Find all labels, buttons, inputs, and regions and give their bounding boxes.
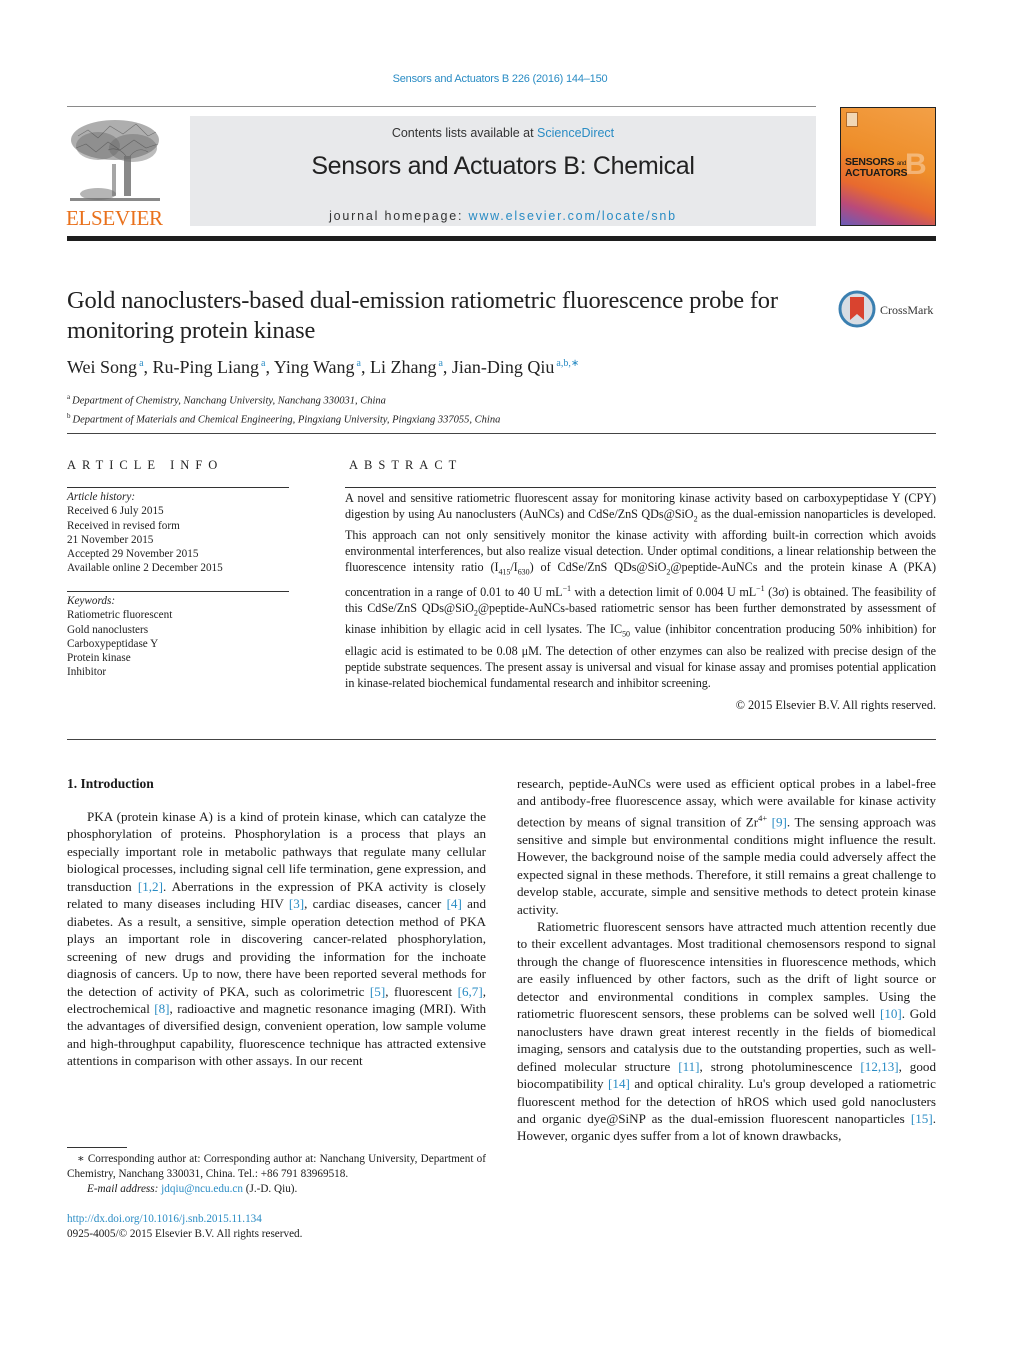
corresponding-author-footnote: ∗ Corresponding author at: Corresponding… <box>67 1152 486 1197</box>
keyword: Inhibitor <box>67 666 107 679</box>
history-item: Accepted 29 November 2015 <box>67 548 199 561</box>
header-divider <box>67 106 816 107</box>
crossmark-label: CrossMark <box>880 303 934 317</box>
keyword: Ratiometric fluorescent <box>67 609 173 622</box>
author-list: Wei Song a, Ru-Ping Liang a, Ying Wang a, L… <box>67 357 580 377</box>
citation-link[interactable]: [14] <box>608 1076 630 1091</box>
doi-block: http://dx.doi.org/10.1016/j.snb.2015.11.… <box>67 1212 486 1242</box>
abstract-text: A novel and sensitive ratiometric fluore… <box>345 491 936 690</box>
author[interactable]: Wei Song a <box>67 357 144 377</box>
affiliation: b Department of Materials and Chemical En… <box>67 411 501 426</box>
history-item: Received 6 July 2015 <box>67 505 164 518</box>
cover-letter: B <box>905 148 927 181</box>
divider <box>67 739 936 740</box>
article-info-heading: ARTICLE INFO <box>67 458 224 472</box>
homepage-prefix: journal homepage: <box>329 209 469 223</box>
journal-homepage-link[interactable]: www.elsevier.com/locate/snb <box>469 209 677 223</box>
citation-link[interactable]: [5] <box>370 984 385 999</box>
journal-citation-link[interactable]: Sensors and Actuators B 226 (2016) 144–1… <box>0 73 1000 85</box>
paragraph: Ratiometric fluorescent sensors have att… <box>517 918 936 1144</box>
history-label: Article history: <box>67 491 136 503</box>
elsevier-logo: ELSEVIER <box>66 114 166 230</box>
article-history: Article history: Received 6 July 2015 Re… <box>67 490 297 576</box>
footnote-divider <box>67 1147 127 1148</box>
header-thick-divider <box>67 236 936 241</box>
email-link[interactable]: jdqiu@ncu.edu.cn <box>161 1183 243 1195</box>
keyword: Gold nanoclusters <box>67 623 149 636</box>
cover-title-line2: ACTUATORS <box>845 167 908 179</box>
citation-link[interactable]: [8] <box>154 1001 169 1016</box>
doi-link[interactable]: http://dx.doi.org/10.1016/j.snb.2015.11.… <box>67 1213 262 1225</box>
history-item: 21 November 2015 <box>67 533 154 546</box>
keyword: Carboxypeptidase Y <box>67 637 159 650</box>
sciencedirect-link[interactable]: ScienceDirect <box>537 126 614 140</box>
author[interactable]: Ru-Ping Liang a <box>153 357 266 377</box>
citation-link[interactable]: [9] <box>772 814 787 829</box>
history-item: Received in revised form <box>67 519 180 532</box>
body-column-right: research, peptide-AuNCs were used as eff… <box>517 775 936 1145</box>
section-heading-introduction: 1. Introduction <box>67 776 154 791</box>
affiliation: a Department of Chemistry, Nanchang Unive… <box>67 393 386 407</box>
keywords-label: Keywords: <box>67 595 116 607</box>
author[interactable]: Jian-Ding Qiu a,b,∗ <box>452 357 579 377</box>
elsevier-tree-icon <box>70 120 160 201</box>
journal-cover-image: B SENSORS and ACTUATORS <box>840 107 936 226</box>
journal-homepage: journal homepage: www.elsevier.com/locat… <box>190 209 816 223</box>
citation-link[interactable]: [15] <box>911 1111 933 1126</box>
divider <box>67 487 289 488</box>
citation-link[interactable]: [4] <box>447 896 462 911</box>
keywords: Keywords: Ratiometric fluorescent Gold n… <box>67 594 297 680</box>
author[interactable]: Li Zhang a <box>370 357 443 377</box>
abstract-heading: ABSTRACT <box>349 458 463 472</box>
article-title: Gold nanoclusters-based dual-emission ra… <box>67 287 778 344</box>
crossmark-icon <box>838 290 876 328</box>
history-item: Available online 2 December 2015 <box>67 562 223 575</box>
elsevier-wordmark: ELSEVIER <box>66 206 163 230</box>
footnote-email-line: E-mail address: jdqiu@ncu.edu.cn (J.-D. … <box>87 1183 298 1195</box>
contents-availability: Contents lists available at ScienceDirec… <box>190 126 816 140</box>
citation-link[interactable]: [6,7] <box>458 984 483 999</box>
divider <box>345 487 936 488</box>
paragraph: research, peptide-AuNCs were used as eff… <box>517 776 936 917</box>
divider <box>67 591 289 592</box>
citation-link[interactable]: [3] <box>289 896 304 911</box>
journal-banner: Contents lists available at ScienceDirec… <box>190 116 816 226</box>
keyword: Protein kinase <box>67 652 131 665</box>
cover-publisher-icon <box>846 112 858 127</box>
citation-link[interactable]: [10] <box>880 1006 902 1021</box>
paragraph: PKA (protein kinase A) is a kind of prot… <box>67 809 487 1069</box>
divider <box>67 433 936 434</box>
citation-link[interactable]: [1,2] <box>138 879 163 894</box>
citation-link[interactable]: [12,13] <box>860 1059 898 1074</box>
footnote-text: ∗ Corresponding author at: Corresponding… <box>67 1153 486 1180</box>
citation-link[interactable]: [11] <box>678 1059 699 1074</box>
contents-prefix: Contents lists available at <box>391 126 538 140</box>
journal-title: Sensors and Actuators B: Chemical <box>311 152 695 180</box>
crossmark-badge[interactable]: CrossMark <box>838 290 938 330</box>
body-column-left: PKA (protein kinase A) is a kind of prot… <box>67 808 486 1070</box>
affiliations: a Department of Chemistry, Nanchang Unive… <box>67 390 867 427</box>
abstract-copyright: © 2015 Elsevier B.V. All rights reserved… <box>735 698 936 712</box>
issn-copyright: 0925-4005/© 2015 Elsevier B.V. All right… <box>67 1228 303 1240</box>
author[interactable]: Ying Wang a <box>274 357 361 377</box>
